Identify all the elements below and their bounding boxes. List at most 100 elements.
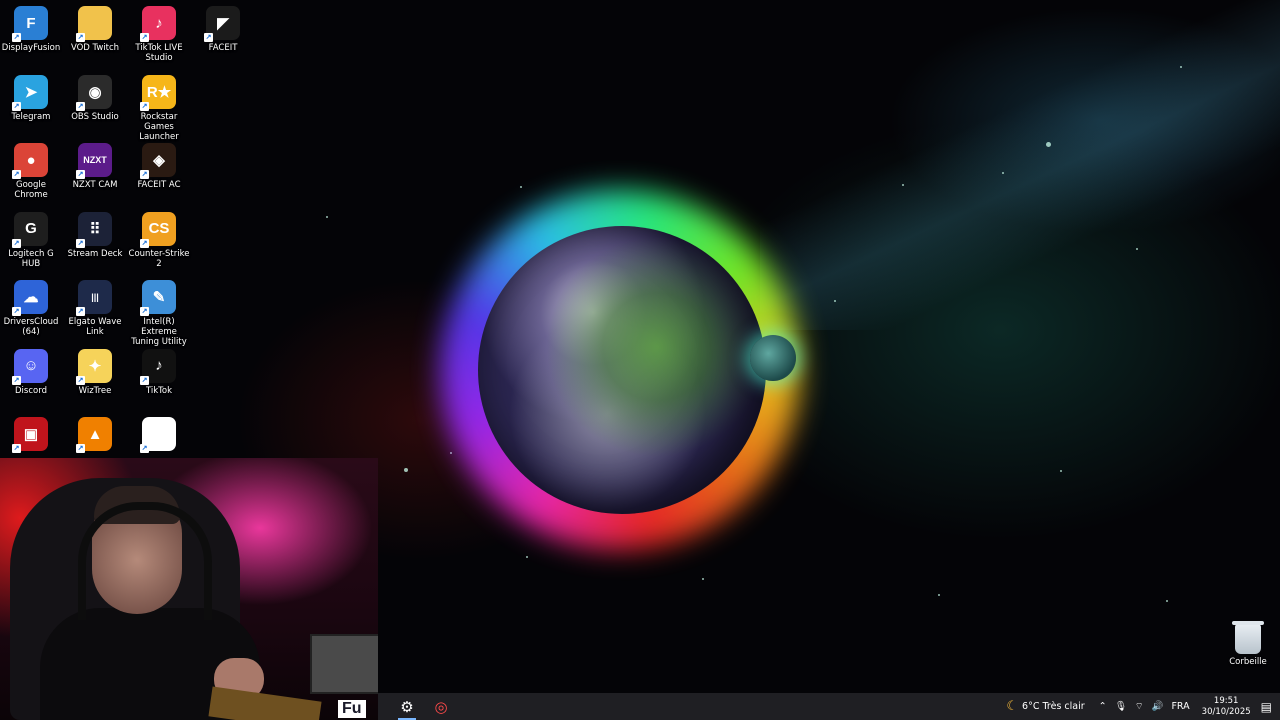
star <box>520 186 522 188</box>
telegram-icon: ➤ ↗ <box>12 74 48 111</box>
desktop-shortcut[interactable]: ♪ ↗ TikTok LIVE Studio <box>126 6 192 63</box>
icon-glyph: ◈ <box>153 152 165 169</box>
settings-gear-icon[interactable]: ⚙ <box>392 693 422 720</box>
background-monitor <box>310 634 378 694</box>
desktop-shortcut[interactable]: ✕ ↗ <box>126 417 192 454</box>
icon-glyph: ◉ <box>88 83 102 101</box>
wiztree-icon: ✦ ↗ <box>76 348 112 385</box>
recording-app-icon[interactable]: ◎ <box>426 693 456 720</box>
stream-deck-icon: ⠿ ↗ <box>76 211 112 248</box>
clock-time: 19:51 <box>1213 695 1239 706</box>
star <box>1002 172 1004 174</box>
recycle-bin-icon <box>1232 621 1264 654</box>
star <box>1136 248 1138 250</box>
counter-strike-2-icon: CS ↗ <box>140 211 176 248</box>
weather-widget[interactable]: 6°C Très clair <box>1022 701 1085 712</box>
star <box>902 184 904 186</box>
shortcut-arrow-icon: ↗ <box>204 33 213 42</box>
rockstar-games-icon: R★ ↗ <box>140 74 176 111</box>
red-app-icon: ▣ ↗ <box>12 417 48 453</box>
shortcut-arrow-icon: ↗ <box>12 375 21 385</box>
icon-glyph: ✕ <box>152 426 166 443</box>
desktop-shortcut[interactable]: ➤ ↗ Telegram <box>0 74 64 122</box>
shortcut-arrow-icon: ↗ <box>12 170 21 179</box>
recycle-bin-label: Corbeille <box>1229 657 1267 667</box>
icon-glyph: ▣ <box>23 426 39 443</box>
icon-glyph: ♪ <box>155 357 163 374</box>
desktop-shortcut[interactable]: ↗ VOD Twitch <box>62 6 128 53</box>
show-hidden-icons-chevron-icon[interactable]: ⌃ <box>1099 701 1107 712</box>
language-indicator[interactable]: FRA <box>1171 701 1189 712</box>
desktop-shortcut[interactable]: ● ↗ Google Chrome <box>0 143 64 200</box>
icon-glyph: ☁ <box>23 289 39 306</box>
desktop-shortcut[interactable]: ◈ ↗ FACEIT AC <box>126 143 192 190</box>
desktop-shortcut[interactable]: ☺ ↗ Discord <box>0 348 64 396</box>
star <box>1180 66 1182 68</box>
desktop-shortcut-label: DisplayFusion <box>1 43 61 53</box>
shortcut-arrow-icon: ↗ <box>140 307 149 316</box>
desktop-shortcut[interactable]: ✦ ↗ WizTree <box>62 348 128 396</box>
intel-xtu-icon: ✎ ↗ <box>140 280 176 316</box>
icon-glyph: CS <box>148 220 170 237</box>
volume-icon[interactable]: 🔊 <box>1152 701 1164 712</box>
desktop-shortcut[interactable]: ◉ ↗ OBS Studio <box>62 74 128 122</box>
capcut-icon: ✕ ↗ <box>140 417 176 453</box>
moon <box>750 335 796 381</box>
folder-icon: ↗ <box>76 6 112 42</box>
star <box>450 452 452 454</box>
desktop-shortcut-label: WizTree <box>78 385 112 396</box>
icon-glyph: NZXT <box>83 155 107 165</box>
vlc-icon: ▲ ↗ <box>76 417 112 453</box>
icon-glyph: ☺ <box>23 357 39 374</box>
desktop-shortcut-label: DriversCloud (64) <box>3 317 59 337</box>
driverscloud-icon: ☁ ↗ <box>12 280 48 316</box>
desktop-shortcut-label: OBS Studio <box>71 111 119 122</box>
weather-icon[interactable]: ☾ <box>1006 699 1018 714</box>
webcam-overlay <box>0 458 378 720</box>
desktop-shortcut[interactable]: ☁ ↗ DriversCloud (64) <box>0 280 64 337</box>
nzxt-cam-icon: NZXT ↗ <box>76 143 112 179</box>
star <box>834 300 836 302</box>
desktop-shortcut[interactable]: NZXT ↗ NZXT CAM <box>62 143 128 190</box>
discord-icon: ☺ ↗ <box>12 348 48 385</box>
star <box>326 216 328 218</box>
obs-studio-icon: ◉ ↗ <box>76 74 112 111</box>
shortcut-arrow-icon: ↗ <box>140 375 149 385</box>
icon-glyph: ▲ <box>87 425 103 443</box>
desktop-shortcut-label: Telegram <box>11 111 51 122</box>
tiktok-icon: ♪ ↗ <box>140 348 176 385</box>
clock-date: 30/10/2025 <box>1201 706 1251 717</box>
desktop-shortcut-label: Elgato Wave Link <box>68 317 122 337</box>
recycle-bin[interactable]: Corbeille <box>1222 621 1274 667</box>
network-icon[interactable]: ⌔ <box>1135 701 1144 712</box>
desktop-shortcut[interactable]: ◤ ↗ FACEIT <box>190 6 256 53</box>
shortcut-arrow-icon: ↗ <box>12 307 21 316</box>
shortcut-arrow-icon: ↗ <box>12 444 21 453</box>
planet-earth <box>478 226 766 514</box>
desktop-shortcut-label: Counter-Strike 2 <box>128 248 190 269</box>
desktop-shortcut[interactable]: G ↗ Logitech G HUB <box>0 211 64 269</box>
microphone-icon[interactable]: 🎙 <box>1115 701 1127 712</box>
shortcut-arrow-icon: ↗ <box>76 170 85 179</box>
clock[interactable]: 19:51 30/10/2025 <box>1202 696 1251 718</box>
headset <box>78 502 212 620</box>
desktop-shortcut[interactable]: ⠿ ↗ Stream Deck <box>62 211 128 259</box>
desktop-shortcut[interactable]: CS ↗ Counter-Strike 2 <box>126 211 192 269</box>
icon-glyph: ⠿ <box>89 220 101 238</box>
shortcut-arrow-icon: ↗ <box>76 238 85 248</box>
shortcut-arrow-icon: ↗ <box>12 33 21 42</box>
shortcut-arrow-icon: ↗ <box>12 101 21 111</box>
desktop-shortcut[interactable]: ✎ ↗ Intel(R) Extreme Tuning Utility <box>126 280 192 347</box>
shortcut-arrow-icon: ↗ <box>76 375 85 385</box>
desktop-shortcut[interactable]: ||| ↗ Elgato Wave Link <box>62 280 128 337</box>
notification-center-icon[interactable]: ▤ <box>1261 700 1272 714</box>
desktop-shortcut-label: FACEIT AC <box>137 180 181 190</box>
desktop-shortcut[interactable]: F ↗ DisplayFusion <box>0 6 64 53</box>
google-chrome-icon: ● ↗ <box>12 143 48 179</box>
desktop-shortcut[interactable]: ▲ ↗ <box>62 417 128 454</box>
desktop-shortcut[interactable]: ▣ ↗ <box>0 417 64 454</box>
desktop-shortcut[interactable]: ♪ ↗ TikTok <box>126 348 192 396</box>
desktop-shortcut[interactable]: R★ ↗ Rockstar Games Launcher <box>126 74 192 142</box>
shortcut-arrow-icon: ↗ <box>140 444 149 453</box>
star <box>526 556 528 558</box>
